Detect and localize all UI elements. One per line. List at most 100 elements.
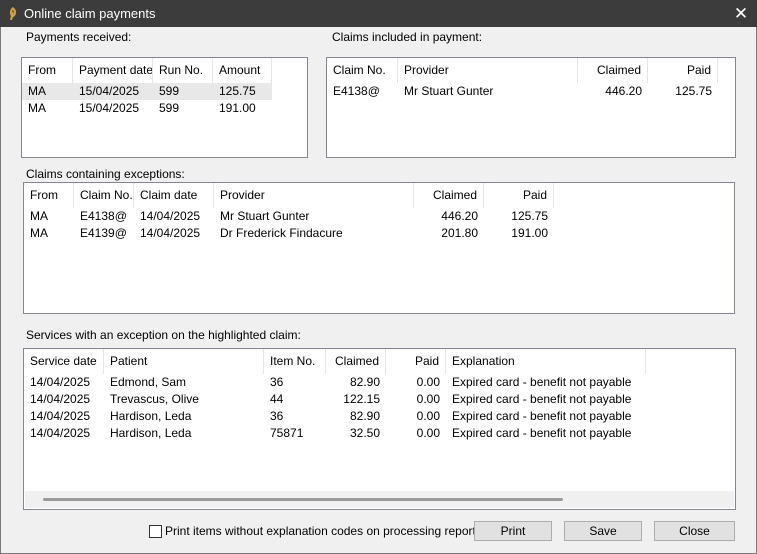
cell-provider: Mr Stuart Gunter <box>220 209 310 223</box>
cell-explanation: Expired card - benefit not payable <box>452 392 632 406</box>
claims-in-payment-list[interactable]: Claim No. Provider Claimed Paid E4138@ M… <box>326 57 736 158</box>
column-header[interactable]: Claim date <box>134 183 214 208</box>
cell-amount: 191.00 <box>219 101 256 115</box>
cell-explanation: Expired card - benefit not payable <box>452 426 632 440</box>
column-header[interactable]: Patient <box>104 349 264 374</box>
list-item[interactable]: MA 15/04/2025 599 125.75 <box>22 83 272 100</box>
cell-paid: 191.00 <box>511 226 548 240</box>
cell-claimed: 82.90 <box>349 375 380 389</box>
print-option-checkbox[interactable]: Print items without explanation codes on… <box>149 523 482 539</box>
cell-run-no: 599 <box>159 101 180 115</box>
column-header[interactable]: From <box>24 183 74 208</box>
cell-claimed: 122.15 <box>343 392 380 406</box>
list-item[interactable]: 14/04/2025 Trevascus, Olive 44 122.15 0.… <box>24 391 646 408</box>
cell-paid: 125.75 <box>675 84 712 98</box>
close-button[interactable]: Close <box>654 521 735 541</box>
print-option-label: Print items without explanation codes on… <box>165 524 482 538</box>
column-header[interactable]: From <box>22 58 73 83</box>
claims-exceptions-list[interactable]: From Claim No. Claim date Provider Claim… <box>23 182 735 314</box>
cell-claim-no: E4139@ <box>80 226 127 240</box>
cell-claim-no: E4138@ <box>333 84 380 98</box>
cell-item-no: 36 <box>270 375 284 389</box>
column-header[interactable]: Service date <box>24 349 104 374</box>
services-exceptions-list[interactable]: Service date Patient Item No. Claimed Pa… <box>23 348 736 510</box>
list-header: From Payment date Run No. Amount <box>22 58 272 83</box>
cell-from: MA <box>30 209 48 223</box>
claims-exceptions-label: Claims containing exceptions: <box>26 167 185 181</box>
column-header[interactable]: Paid <box>648 58 718 83</box>
list-item[interactable]: MA 15/04/2025 599 191.00 <box>22 100 272 117</box>
cell-explanation: Expired card - benefit not payable <box>452 375 632 389</box>
payments-received-label: Payments received: <box>26 30 132 44</box>
cell-service-date: 14/04/2025 <box>30 375 91 389</box>
cell-claimed: 446.20 <box>605 84 642 98</box>
cell-service-date: 14/04/2025 <box>30 426 91 440</box>
cell-patient: Hardison, Leda <box>110 426 192 440</box>
cell-patient: Hardison, Leda <box>110 409 192 423</box>
save-button[interactable]: Save <box>564 521 642 541</box>
scrollbar-thumb[interactable] <box>43 498 563 501</box>
cell-paid: 0.00 <box>416 375 440 389</box>
cell-from: MA <box>28 101 46 115</box>
column-header[interactable]: Provider <box>398 58 578 83</box>
cell-paid: 0.00 <box>416 392 440 406</box>
column-header[interactable]: Payment date <box>73 58 153 83</box>
window-title: Online claim payments <box>24 6 156 21</box>
list-header: Claim No. Provider Claimed Paid <box>327 58 718 83</box>
cell-provider: Mr Stuart Gunter <box>404 84 494 98</box>
print-button[interactable]: Print <box>474 521 552 541</box>
cell-service-date: 14/04/2025 <box>30 392 91 406</box>
cell-claim-no: E4138@ <box>80 209 127 223</box>
cell-from: MA <box>28 84 46 98</box>
cell-claimed: 446.20 <box>441 209 478 223</box>
cell-item-no: 75871 <box>270 426 304 440</box>
list-item[interactable]: 14/04/2025 Hardison, Leda 75871 32.50 0.… <box>24 425 646 442</box>
column-header[interactable]: Amount <box>213 58 272 83</box>
title-bar: Online claim payments ✕ <box>0 0 757 27</box>
horizontal-scrollbar[interactable] <box>25 491 734 508</box>
column-header[interactable]: Paid <box>386 349 446 374</box>
list-header: From Claim No. Claim date Provider Claim… <box>24 183 554 208</box>
close-icon[interactable]: ✕ <box>731 4 751 24</box>
list-item[interactable]: E4138@ Mr Stuart Gunter 446.20 125.75 <box>327 83 718 100</box>
cell-item-no: 44 <box>270 392 284 406</box>
cell-patient: Edmond, Sam <box>110 375 187 389</box>
cell-paid: 0.00 <box>416 426 440 440</box>
cell-provider: Dr Frederick Findacure <box>220 226 343 240</box>
column-header[interactable]: Paid <box>484 183 554 208</box>
services-exceptions-label: Services with an exception on the highli… <box>26 328 301 342</box>
cell-claim-date: 14/04/2025 <box>140 209 201 223</box>
column-header[interactable]: Claim No. <box>74 183 134 208</box>
list-item[interactable]: MA E4138@ 14/04/2025 Mr Stuart Gunter 44… <box>24 208 554 225</box>
column-header[interactable]: Claim No. <box>327 58 398 83</box>
list-item[interactable]: MA E4139@ 14/04/2025 Dr Frederick Findac… <box>24 225 554 242</box>
app-logo-icon <box>9 7 17 20</box>
cell-payment-date: 15/04/2025 <box>79 84 140 98</box>
column-header[interactable]: Explanation <box>446 349 646 374</box>
cell-claimed: 82.90 <box>349 409 380 423</box>
cell-from: MA <box>30 226 48 240</box>
cell-claimed: 32.50 <box>349 426 380 440</box>
cell-run-no: 599 <box>159 84 180 98</box>
checkbox-icon[interactable] <box>149 524 162 538</box>
cell-claimed: 201.80 <box>441 226 478 240</box>
column-header[interactable]: Claimed <box>414 183 484 208</box>
cell-paid: 0.00 <box>416 409 440 423</box>
cell-paid: 125.75 <box>511 209 548 223</box>
column-header[interactable]: Run No. <box>153 58 213 83</box>
column-header[interactable]: Claimed <box>326 349 386 374</box>
list-header: Service date Patient Item No. Claimed Pa… <box>24 349 646 374</box>
cell-patient: Trevascus, Olive <box>110 392 199 406</box>
column-header[interactable]: Item No. <box>264 349 326 374</box>
column-header[interactable]: Provider <box>214 183 414 208</box>
cell-item-no: 36 <box>270 409 284 423</box>
claims-in-payment-label: Claims included in payment: <box>332 30 483 44</box>
cell-payment-date: 15/04/2025 <box>79 101 140 115</box>
payments-received-list[interactable]: From Payment date Run No. Amount MA 15/0… <box>21 57 308 158</box>
cell-service-date: 14/04/2025 <box>30 409 91 423</box>
list-item[interactable]: 14/04/2025 Edmond, Sam 36 82.90 0.00 Exp… <box>24 374 646 391</box>
cell-explanation: Expired card - benefit not payable <box>452 409 632 423</box>
list-item[interactable]: 14/04/2025 Hardison, Leda 36 82.90 0.00 … <box>24 408 646 425</box>
cell-amount: 125.75 <box>219 84 256 98</box>
column-header[interactable]: Claimed <box>578 58 648 83</box>
